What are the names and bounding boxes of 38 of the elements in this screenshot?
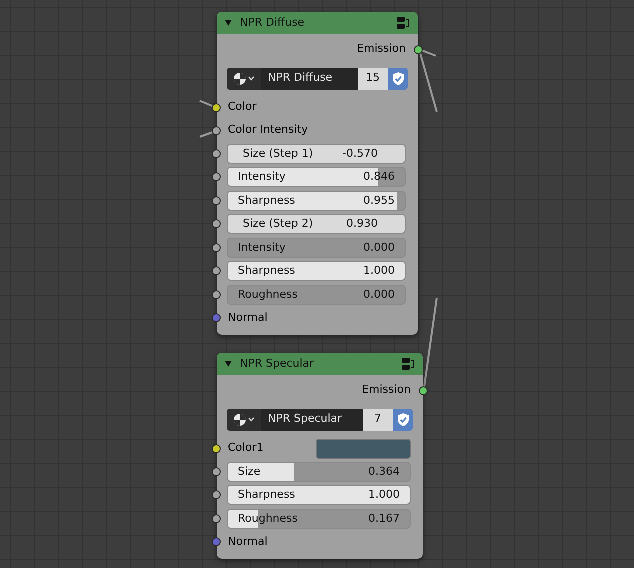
collapse-triangle-icon (225, 20, 232, 26)
value-slider[interactable]: Sharpness 1.000 (227, 261, 406, 282)
chevron-icon (248, 76, 255, 81)
socket-label: Color (228, 99, 257, 116)
value-slider[interactable]: Size 0.364 (227, 462, 411, 482)
user-count[interactable]: 7 (363, 408, 393, 430)
collapse-triangle-icon (225, 361, 232, 367)
material-type-button[interactable] (227, 68, 261, 90)
node-header[interactable]: NPR Diffuse (217, 12, 418, 34)
node-group-icon (396, 16, 410, 30)
socket-label: Emission (357, 41, 406, 58)
socket-label: Color1 (228, 440, 265, 456)
material-name-field[interactable]: NPR Diffuse (261, 68, 358, 90)
number-field[interactable]: Size (Step 1) -0.570 (227, 144, 406, 164)
node-group-icon (401, 357, 415, 371)
user-count[interactable]: 15 (358, 68, 388, 90)
fake-user-button[interactable] (388, 68, 408, 90)
shield-icon (392, 72, 404, 86)
socket-label: Normal (228, 534, 268, 550)
value-slider[interactable]: Intensity 0.000 (227, 238, 406, 258)
value-slider[interactable]: Sharpness 1.000 (227, 485, 411, 506)
shield-icon (396, 412, 410, 426)
socket-label: Normal (228, 310, 268, 326)
value-slider[interactable]: Sharpness 0.955 (227, 190, 406, 211)
value-slider[interactable]: Roughness 0.000 (227, 284, 406, 305)
material-name-field[interactable]: NPR Specular (261, 408, 363, 430)
sphere-icon (233, 412, 247, 426)
chevron-icon (248, 417, 255, 422)
color-swatch[interactable] (316, 438, 411, 458)
sphere-icon (233, 72, 247, 86)
node-title: NPR Diffuse (240, 14, 306, 31)
number-field[interactable]: Size (Step 2) 0.930 (227, 214, 406, 234)
node-title: NPR Specular (240, 356, 316, 372)
material-type-button[interactable] (227, 408, 261, 430)
socket-label: Emission (362, 382, 411, 398)
node-header[interactable]: NPR Specular (217, 353, 423, 375)
socket-label: Color Intensity (228, 122, 308, 138)
fake-user-button[interactable] (393, 408, 413, 430)
